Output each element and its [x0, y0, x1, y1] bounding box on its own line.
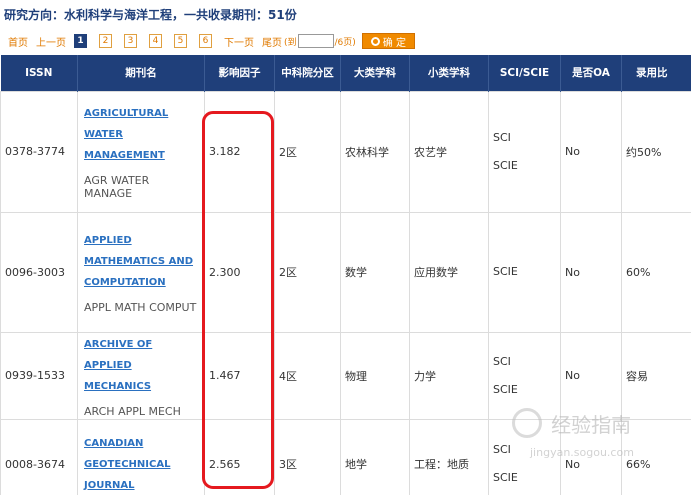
first-page-link[interactable]: 首页 [8, 34, 28, 49]
impact-cell: 1.467 [204, 331, 275, 420]
issn-cell: 0096-3003 [0, 211, 78, 333]
journal-table: ISSN 期刊名 影响因子 中科院分区 大类学科 小类学科 SCI/SCIE 是… [0, 55, 691, 495]
journal-abbr: ARCH APPL MECH [84, 404, 181, 418]
sci-tag: SCIE [493, 158, 518, 172]
zone-cell: 2区 [274, 90, 341, 213]
sci-cell: SCI SCIE [488, 90, 561, 213]
page-number-6[interactable]: 6 [199, 34, 212, 48]
zone-cell: 2区 [274, 211, 341, 333]
confirm-label: 确 定 [382, 37, 406, 49]
sci-tag: SCIE [493, 265, 518, 278]
prev-page-link[interactable]: 上一页 [36, 34, 66, 49]
journal-link[interactable]: AGRICULTURAL WATER MANAGEMENT [84, 103, 198, 166]
oa-cell: No [560, 211, 622, 333]
table-row: 0939-1533 ARCHIVE OF APPLIED MECHANICS A… [0, 331, 691, 420]
oa-cell: No [560, 418, 622, 495]
col-header-minor: 小类学科 [409, 55, 489, 91]
page-jump-input[interactable] [297, 34, 334, 48]
impact-cell: 2.300 [204, 211, 275, 333]
journal-name-line: MATHEMATICS AND [84, 256, 194, 267]
major-cell: 数学 [340, 211, 410, 333]
minor-cell: 农艺学 [409, 90, 489, 213]
impact-cell: 3.182 [204, 90, 275, 213]
page-number-3[interactable]: 3 [124, 34, 137, 48]
ratio-cell: 60% [621, 211, 691, 333]
journal-cell: APPLIED MATHEMATICS AND COMPUTATION APPL… [77, 211, 205, 333]
col-header-journal: 期刊名 [77, 55, 205, 91]
page-number-2[interactable]: 2 [99, 34, 112, 48]
journal-name-line: COMPUTATION [84, 277, 166, 288]
table-row: 0008-3674 CANADIAN GEOTECHNICAL JOURNAL … [0, 418, 691, 495]
issn-cell: 0008-3674 [0, 418, 78, 495]
journal-name-line: APPLIED [84, 235, 132, 246]
table-row: 0378-3774 AGRICULTURAL WATER MANAGEMENT … [0, 90, 691, 213]
major-cell: 物理 [340, 331, 410, 420]
journal-name-line: JOURNAL [84, 479, 135, 491]
issn-cell: 0939-1533 [0, 331, 78, 420]
major-cell: 地学 [340, 418, 410, 495]
page-number-5[interactable]: 5 [174, 34, 187, 48]
journal-name-line: WATER [84, 129, 123, 140]
confirm-button[interactable]: 确 定 [361, 33, 415, 49]
circle-icon [370, 36, 380, 46]
minor-cell: 工程：地质 [409, 418, 489, 495]
journal-name-line: APPLIED MECHANICS [84, 359, 152, 392]
journal-name-line: CANADIAN [84, 437, 144, 449]
impact-cell: 2.565 [204, 418, 275, 495]
oa-cell: No [560, 331, 622, 420]
table-header-row: ISSN 期刊名 影响因子 中科院分区 大类学科 小类学科 SCI/SCIE 是… [0, 55, 691, 91]
col-header-zone: 中科院分区 [274, 55, 341, 91]
zone-cell: 3区 [274, 418, 341, 495]
minor-cell: 应用数学 [409, 211, 489, 333]
col-header-ratio: 录用比 [621, 55, 691, 91]
sci-cell: SCI SCIE [488, 331, 561, 420]
jump-prefix: (到 [284, 37, 297, 48]
sci-tag: SCI [493, 130, 511, 144]
col-header-impact: 影响因子 [204, 55, 275, 91]
oa-cell: No [560, 90, 622, 213]
journal-name-line: AGRICULTURAL [84, 108, 169, 119]
col-header-issn: ISSN [0, 55, 78, 91]
zone-cell: 4区 [274, 331, 341, 420]
journal-cell: CANADIAN GEOTECHNICAL JOURNAL [77, 418, 205, 495]
journal-link[interactable]: APPLIED MATHEMATICS AND COMPUTATION [84, 230, 198, 293]
sci-tag: SCIE [493, 471, 518, 484]
issn-cell: 0378-3774 [0, 90, 78, 213]
major-cell: 农林科学 [340, 90, 410, 213]
ratio-cell: 约50% [621, 90, 691, 213]
sci-tag: SCIE [493, 382, 518, 396]
minor-cell: 力学 [409, 331, 489, 420]
last-page-link[interactable]: 尾页 [262, 34, 282, 49]
page-number-4[interactable]: 4 [149, 34, 162, 48]
result-summary: 研究方向：水利科学与海洋工程，一共收录期刊：51份 [4, 8, 297, 22]
col-header-major: 大类学科 [340, 55, 410, 91]
journal-name-line: MANAGEMENT [84, 150, 165, 161]
sci-cell: SCIE [488, 211, 561, 333]
journal-cell: ARCHIVE OF APPLIED MECHANICS ARCH APPL M… [77, 331, 205, 420]
journal-name-line: ARCHIVE OF [84, 338, 153, 350]
journal-cell: AGRICULTURAL WATER MANAGEMENT AGR WATER … [77, 90, 205, 213]
sci-cell: SCI SCIE [488, 418, 561, 495]
table-row: 0096-3003 APPLIED MATHEMATICS AND COMPUT… [0, 211, 691, 333]
sci-tag: SCI [493, 354, 511, 368]
col-header-sci: SCI/SCIE [488, 55, 561, 91]
journal-name-line: GEOTECHNICAL [84, 458, 171, 470]
journal-link[interactable]: CANADIAN GEOTECHNICAL JOURNAL [84, 433, 198, 495]
journal-abbr: APPL MATH COMPUT [84, 301, 197, 314]
page-number-1[interactable]: 1 [74, 34, 87, 48]
journal-link[interactable]: ARCHIVE OF APPLIED MECHANICS [84, 334, 198, 397]
next-page-link[interactable]: 下一页 [224, 34, 254, 49]
sci-tag: SCI [493, 443, 511, 456]
jump-suffix: /6页) [334, 37, 356, 48]
pagination: 首页 上一页 1 2 3 4 5 6 下一页 尾页 (到 /6页) 确 定 [8, 32, 415, 50]
ratio-cell: 容易 [621, 331, 691, 420]
col-header-oa: 是否OA [560, 55, 622, 91]
journal-abbr: AGR WATER MANAGE [84, 174, 150, 200]
ratio-cell: 66% [621, 418, 691, 495]
